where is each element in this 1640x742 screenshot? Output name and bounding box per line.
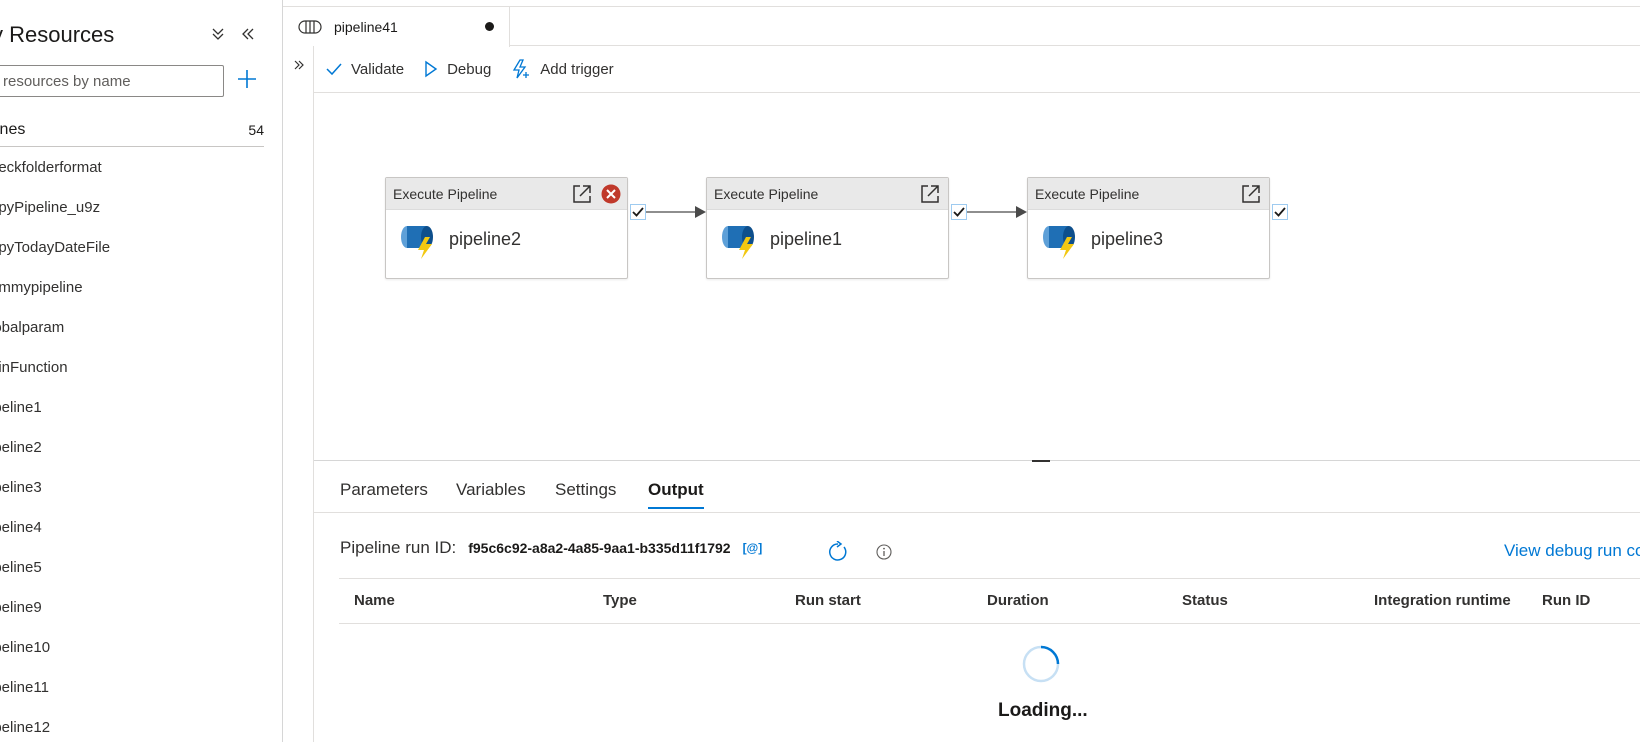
expand-icon[interactable] [289, 55, 309, 75]
execute-pipeline-icon [401, 226, 433, 259]
factory-resources-panel: y Resources ines 54 heckfolderformat opy… [0, 0, 283, 742]
on-success-output-checkbox[interactable] [1272, 204, 1288, 220]
success-connector-arrow[interactable] [646, 205, 706, 219]
pipeline-list-item[interactable]: ipeline9 [0, 588, 282, 628]
pipeline-list-item[interactable]: ipeline2 [0, 428, 282, 468]
run-id-row: Pipeline run ID: f95c6c92-a8a2-4a85-9aa1… [340, 538, 762, 558]
add-trigger-button[interactable]: Add trigger [501, 53, 623, 85]
pipeline-list-item[interactable]: oinFunction [0, 348, 282, 388]
info-icon[interactable] [872, 540, 896, 564]
search-input[interactable] [0, 65, 224, 97]
activity-name: pipeline2 [449, 229, 522, 249]
properties-tab-bar: Parameters Variables Settings Output [314, 462, 1640, 513]
collapse-panel-icon[interactable] [238, 24, 258, 44]
run-id-label: Pipeline run ID: [340, 538, 457, 557]
tab-pipeline41[interactable]: pipeline41 [283, 6, 510, 47]
activity-name: pipeline3 [1091, 229, 1164, 249]
column-header-run-id[interactable]: Run ID [1542, 592, 1590, 609]
tab-settings[interactable]: Settings [555, 480, 616, 507]
activity-type-label: Execute Pipeline [1035, 186, 1140, 202]
pipeline-list-item[interactable]: ipeline10 [0, 628, 282, 668]
view-debug-run-link[interactable]: View debug run co [1504, 541, 1640, 561]
activity-type-label: Execute Pipeline [714, 186, 819, 202]
run-id-value: f95c6c92-a8a2-4a85-9aa1-b335d11f1792 [468, 540, 731, 556]
checkmark-icon [326, 63, 342, 76]
loading-text: Loading... [998, 700, 1088, 721]
debug-label: Debug [447, 60, 492, 78]
pipeline-toolbar: Validate Debug Add trigger [314, 46, 1640, 93]
tab-variables[interactable]: Variables [456, 480, 526, 507]
pipeline-list-item[interactable]: heckfolderformat [0, 148, 282, 188]
activity-name: pipeline1 [770, 229, 843, 249]
app-window: y Resources ines 54 heckfolderformat opy… [0, 0, 1640, 742]
pipeline-list-item[interactable]: ipeline5 [0, 548, 282, 588]
execute-pipeline-icon [722, 226, 754, 259]
activity-runs-table-header: Name Type Run start Duration Status Inte… [339, 578, 1640, 624]
pipeline-canvas[interactable]: Execute Pipeline pipeline2 Execute Pipel… [314, 93, 1640, 461]
success-connector-arrow[interactable] [967, 205, 1027, 219]
document-tab-strip: pipeline41 [283, 6, 1640, 47]
execute-pipeline-icon [1043, 226, 1075, 259]
refresh-icon[interactable] [826, 540, 850, 564]
validate-button[interactable]: Validate [316, 53, 414, 85]
collapse-all-icon[interactable] [208, 24, 228, 44]
column-header-name[interactable]: Name [354, 592, 395, 609]
play-icon [425, 60, 438, 78]
activity-type-label: Execute Pipeline [393, 186, 498, 202]
open-pipeline-icon[interactable] [1240, 183, 1262, 205]
properties-expand-strip [283, 46, 314, 742]
delete-activity-icon[interactable] [601, 184, 621, 204]
column-header-integration-runtime[interactable]: Integration runtime [1374, 592, 1511, 609]
pipeline-list-item[interactable]: ipeline3 [0, 468, 282, 508]
panel-title: y Resources [0, 22, 115, 47]
trigger-icon [513, 59, 530, 79]
loading-spinner-icon [1022, 645, 1060, 683]
activity-header: Execute Pipeline [1028, 178, 1269, 210]
pipeline-icon [298, 20, 322, 34]
pipelines-count: 54 [248, 121, 264, 138]
add-resource-button[interactable] [234, 66, 260, 92]
activity-header: Execute Pipeline [386, 178, 627, 210]
open-pipeline-icon[interactable] [919, 183, 941, 205]
tab-output[interactable]: Output [648, 480, 704, 509]
activity-header: Execute Pipeline [707, 178, 948, 210]
pipeline-list-item[interactable]: ipeline4 [0, 508, 282, 548]
on-success-output-checkbox[interactable] [630, 204, 646, 220]
copy-run-id-icon[interactable]: [@] [743, 541, 763, 555]
unsaved-dot-icon [485, 22, 494, 31]
add-trigger-label: Add trigger [540, 60, 614, 78]
pipeline-list: heckfolderformat opyPipeline_u9z opyToda… [0, 148, 282, 742]
tab-parameters[interactable]: Parameters [340, 480, 428, 507]
column-header-duration[interactable]: Duration [987, 592, 1049, 609]
pipelines-group-header[interactable]: ines 54 [0, 113, 264, 147]
on-success-output-checkbox[interactable] [951, 204, 967, 220]
pipeline-list-item[interactable]: ipeline1 [0, 388, 282, 428]
open-pipeline-icon[interactable] [571, 183, 593, 205]
pipeline-list-item[interactable]: ipeline12 [0, 708, 282, 742]
validate-label: Validate [351, 60, 405, 78]
debug-button[interactable]: Debug [414, 53, 501, 85]
pipeline-properties-panel: Parameters Variables Settings Output Pip… [314, 462, 1640, 742]
pipeline-list-item[interactable]: ipeline11 [0, 668, 282, 708]
activity-execute-pipeline-pipeline1[interactable]: Execute Pipeline pipeline1 [706, 177, 949, 279]
activity-execute-pipeline-pipeline2[interactable]: Execute Pipeline pipeline2 [385, 177, 628, 279]
pipeline-list-item[interactable]: opyTodayDateFile [0, 228, 282, 268]
tab-label: pipeline41 [334, 19, 398, 35]
activity-execute-pipeline-pipeline3[interactable]: Execute Pipeline pipeline3 [1027, 177, 1270, 279]
column-header-run-start[interactable]: Run start [795, 592, 861, 609]
pipeline-list-item[interactable]: ummypipeline [0, 268, 282, 308]
pipeline-list-item[interactable]: opyPipeline_u9z [0, 188, 282, 228]
pipeline-list-item[interactable]: lobalparam [0, 308, 282, 348]
column-header-status[interactable]: Status [1182, 592, 1228, 609]
pipelines-group-label: ines [0, 120, 26, 138]
column-header-type[interactable]: Type [603, 592, 637, 609]
